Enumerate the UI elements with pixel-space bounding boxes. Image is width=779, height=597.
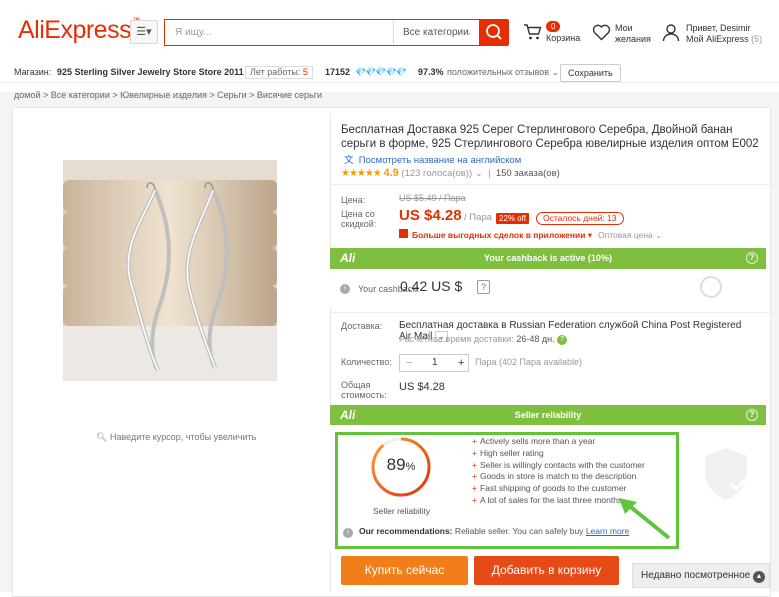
old-price: US $5.49 / Пара [399,193,466,203]
chevron-down-icon: ⌄ [464,27,472,37]
rating-row: ★★★★★ 4.9 (123 голоса(ов)) ⌄ | 150 заказ… [341,167,560,179]
quantity-label: Количество: [341,357,392,367]
cart-label[interactable]: Корзина [546,33,580,43]
plus-icon: + [472,483,477,494]
divider [330,312,771,313]
translate-icon: 文 [344,155,354,166]
cart-icon[interactable] [523,22,543,45]
reliability-item: + Fast shipping of goods to the customer [472,483,627,494]
shipping-label: Доставка: [341,321,383,331]
price-unit: / Пара [464,212,492,223]
quantity-available: Пара (402 Пара available) [475,357,583,367]
discount-badge: 22% off [496,213,529,224]
total-price: US $4.28 [399,381,445,393]
wishlist-link[interactable]: Мои желания [615,23,651,45]
translate-link[interactable]: 文 Посмотреть название на английском [344,152,521,166]
site-header: AliExpress™ ☰▾ Я ищу... Все категории⌄ 0… [0,0,779,64]
question-icon[interactable]: ? [477,280,490,294]
store-score: 17152 [325,67,351,77]
plus-icon: + [472,459,477,470]
save-store-button[interactable]: Сохранить [560,64,621,82]
help-icon[interactable]: ? [746,252,758,264]
reliability-item: + Actively sells more than a year [472,436,596,446]
rating-value: 4.9 [383,167,399,179]
reliability-item: + Goods in store is match to the descript… [472,471,637,482]
product-image[interactable] [63,160,277,381]
cashback-bar: Ali Your cashback is active (10%) ? [330,248,766,269]
quantity-stepper[interactable]: − 1 + [399,354,469,372]
product-title: Бесплатная Доставка 925 Серег Стерлингов… [341,124,759,150]
minus-icon[interactable]: − [406,355,412,371]
plus-icon: + [472,494,477,505]
orders-count: 150 заказа(ов) [495,168,560,179]
magnifier-icon: 🔍︎ [96,432,108,442]
help-icon[interactable]: ? [557,334,568,345]
reliability-gauge: 89% [370,436,432,501]
plus-icon: + [472,447,477,458]
reliability-label: Seller reliability [373,506,431,516]
search-icon [486,24,502,40]
info-icon: i [343,528,353,538]
info-icon: i [340,284,350,294]
store-years: Лет работы: 5 [245,66,313,79]
help-icon[interactable]: ? [746,409,758,421]
app-deals-link[interactable]: Больше выгодных сделок в приложении ▾ [412,230,592,241]
sale-price: US $4.28 [399,207,462,224]
recently-viewed-tab[interactable]: Недавно посмотренное ▲ [632,563,770,588]
zoom-hint: 🔍︎ Наведите курсор, чтобы увеличить [96,432,257,442]
cashback-box: i Your cashback: 0.42 US $ ? [330,269,766,308]
search-button[interactable] [479,19,509,46]
wholesale-price-link[interactable]: Оптовая цена ⌄ [598,230,662,241]
positive-feedback-label[interactable]: положительных отзывов ⌄ [447,62,559,83]
reliability-item: + Seller is willingly contacts with the c… [472,459,645,470]
category-menu-button[interactable]: ☰▾ [130,20,158,44]
cart-count-badge: 0 [546,21,561,32]
plus-icon: + [472,471,477,482]
recommendation: Our recommendations: Reliable seller. Yo… [359,526,630,536]
chevron-up-icon: ▲ [752,571,765,583]
qr-code-icon [399,229,408,238]
store-label: Магазин: [14,67,52,77]
reliability-item: + High seller rating [472,447,544,458]
discount-price-label: Цена со скидкой: [341,209,377,229]
seller-reliability-bar: Ali Seller reliability ? [330,405,766,425]
quantity-value[interactable]: 1 [432,355,438,371]
search-placeholder: Я ищу... [175,27,212,38]
refresh-icon[interactable] [700,276,722,298]
breadcrumb[interactable]: домой > Все категории > Ювелирные издели… [14,90,322,100]
votes-link[interactable]: (123 голоса(ов)) [401,168,472,179]
divider [330,184,771,185]
store-rating-gems-icon: 💎💎💎💎💎 [355,67,407,77]
search-input[interactable]: Я ищу... Все категории ⌄ [164,19,480,46]
rating-stars-icon: ★★★★★ [341,168,382,179]
plus-icon[interactable]: + [458,355,464,371]
delivery-time: Расчётное время доставки: 26-48 дн. ? [399,334,568,345]
days-left-badge: Осталось дней: 13 [536,212,624,225]
plus-icon: + [472,436,477,446]
heart-icon[interactable] [592,24,611,44]
add-to-cart-button[interactable]: Добавить в корзину [474,556,619,585]
account-link[interactable]: Привет, Desimir Мой AliExpress (5) [686,23,762,45]
green-arrow-icon [619,498,671,540]
positive-feedback-percent: 97.3% [418,67,444,77]
aliexpress-logo[interactable]: AliExpress™ [18,16,140,45]
ali-logo-icon: Ali [340,408,356,422]
cashback-value: 0.42 US $ [400,278,463,294]
user-icon[interactable] [662,23,680,45]
shield-check-icon [701,446,751,505]
reliability-percent: 89% [386,455,416,474]
category-select[interactable]: Все категории ⌄ [393,20,480,45]
buy-now-button[interactable]: Купить сейчас [341,556,468,585]
ali-logo-icon: Ali [340,251,356,265]
store-bar: Магазин: 925 Sterling Silver Jewelry Sto… [0,62,779,83]
store-name-link[interactable]: 925 Sterling Silver Jewelry Store Store … [57,62,244,83]
total-label: Общая стоимость: [341,380,387,400]
price-label: Цена: [341,195,366,205]
